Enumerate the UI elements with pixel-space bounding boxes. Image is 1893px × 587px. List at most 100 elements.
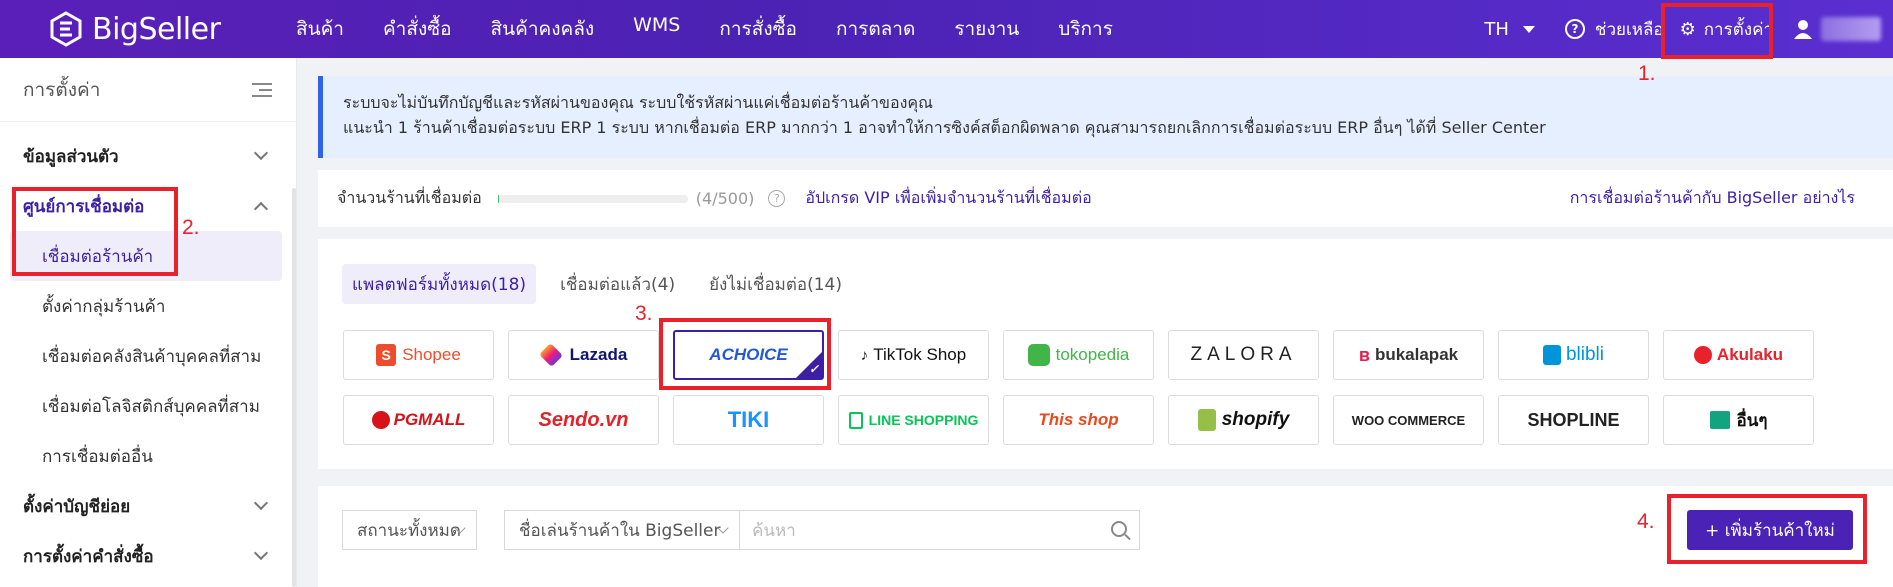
tab-connected[interactable]: เชื่อมต่อแล้ว(4) <box>550 264 685 304</box>
store-icon <box>1709 411 1730 429</box>
store-count-progress-fill <box>497 194 500 203</box>
annotation-box-settings <box>1661 3 1773 59</box>
logo-mark-icon <box>50 11 82 47</box>
nav-item-purchase[interactable]: การสั่งซื้อ <box>719 14 797 44</box>
upgrade-vip-link[interactable]: อัปเกรด VIP เพื่อเพิ่มจำนวนร้านที่เชื่อม… <box>805 186 1091 211</box>
platform-zalora[interactable]: ZALORA <box>1168 330 1319 380</box>
nav-item-services[interactable]: บริการ <box>1058 14 1113 44</box>
user-menu[interactable] <box>1793 17 1881 41</box>
how-to-connect-link[interactable]: การเชื่อมต่อร้านค้ากับ BigSeller อย่างไร <box>1570 186 1855 211</box>
platform-name: This shop <box>1038 410 1119 429</box>
platform-this-shop[interactable]: This shop <box>1003 395 1154 445</box>
question-circle-icon[interactable]: ? <box>768 190 786 207</box>
search-icon[interactable] <box>1111 521 1127 537</box>
platform-name: Sendo.vn <box>538 408 629 431</box>
store-filter-bar: สถานะทั้งหมด ชื่อเล่นร้านค้าใน BigSeller… <box>318 486 1893 587</box>
platform-name: อื่นๆ <box>1736 410 1768 430</box>
platform-woocommerce[interactable]: WOO COMMERCE <box>1333 395 1484 445</box>
platform-tiktok-shop[interactable]: ♪ TikTok Shop <box>838 330 989 380</box>
platform-shopify[interactable]: shopify <box>1168 395 1319 445</box>
info-notice: ระบบจะไม่บันทึกบัญชีและรหัสผ่านของคุณ ระ… <box>318 76 1893 158</box>
platform-name: Shopee <box>402 345 461 364</box>
caret-down-icon <box>1522 25 1535 33</box>
platform-name: PGMALL <box>393 410 466 429</box>
platform-name: LINE SHOPPING <box>868 412 979 428</box>
tiktok-note-icon: ♪ <box>860 346 869 364</box>
annotation-label-3: 3. <box>635 302 653 325</box>
platform-name: ZALORA <box>1190 344 1297 365</box>
platform-tokopedia[interactable]: tokopedia <box>1003 330 1154 380</box>
sidebar-item-store-group[interactable]: ตั้งค่ากลุ่มร้านค้า <box>0 281 296 331</box>
platform-blibli[interactable]: blibli <box>1498 330 1649 380</box>
store-count-bar: จำนวนร้านที่เชื่อมต่อ (4/500) ? อัปเกรด … <box>318 170 1893 227</box>
help-link[interactable]: ? ช่วยเหลือ <box>1564 16 1664 43</box>
nav-item-reports[interactable]: รายงาน <box>954 14 1019 44</box>
bukalapak-icon: ʙ <box>1358 344 1370 365</box>
platform-name: bukalapak <box>1374 345 1459 364</box>
status-filter-select[interactable]: สถานะทั้งหมด <box>342 510 477 550</box>
platform-name: Lazada <box>569 345 628 364</box>
tokopedia-owl-icon <box>1027 344 1050 366</box>
nav-item-inventory[interactable]: สินค้าคงคลัง <box>491 14 595 44</box>
collapse-menu-icon[interactable] <box>252 82 272 97</box>
chevron-down-icon <box>253 145 269 161</box>
sidebar-title: การตั้งค่า <box>23 78 101 101</box>
platforms-panel: แพลตฟอร์มทั้งหมด(18) เชื่อมต่อแล้ว(4) ยั… <box>318 239 1893 469</box>
platform-name: TikTok Shop <box>873 345 967 364</box>
platform-name: SHOPLINE <box>1527 409 1620 430</box>
tab-all-platforms[interactable]: แพลตฟอร์มทั้งหมด(18) <box>342 264 537 304</box>
sidebar-item-3pl-logistics[interactable]: เชื่อมต่อโลจิสติกส์บุคคลที่สาม <box>0 381 296 431</box>
blibli-bag-icon <box>1542 345 1561 365</box>
nav-item-products[interactable]: สินค้า <box>296 14 344 44</box>
settings-sidebar: การตั้งค่า ข้อมูลส่วนตัว ศูนย์การเชื่อมต… <box>0 58 297 587</box>
status-filter-value: สถานะทั้งหมด <box>357 520 461 541</box>
platform-name: TIKI <box>727 407 770 432</box>
chevron-down-icon <box>253 545 269 561</box>
sidebar-group-label: ตั้งค่าบัญชีย่อย <box>23 496 131 517</box>
annotation-box-achoice <box>659 318 831 390</box>
platform-lazada[interactable]: Lazada <box>508 330 659 380</box>
platform-shopee[interactable]: S Shopee <box>343 330 494 380</box>
annotation-label-4: 4. <box>1637 510 1655 533</box>
sidebar-group-profile[interactable]: ข้อมูลส่วนตัว <box>0 131 296 181</box>
nav-item-orders[interactable]: คำสั่งซื้อ <box>383 14 452 44</box>
platform-name: Akulaku <box>1716 345 1784 364</box>
chevron-down-icon <box>253 495 269 511</box>
bigseller-logo[interactable]: BigSeller <box>48 11 248 47</box>
platform-pgmall[interactable]: PGMALL <box>343 395 494 445</box>
user-icon <box>1794 20 1812 39</box>
sidebar-group-order-settings[interactable]: การตั้งค่าคำสั่งซื้อ <box>0 531 296 581</box>
annotation-box-connection-center <box>12 187 178 276</box>
annotation-label-1: 1. <box>1638 62 1656 85</box>
sidebar-item-other-connection[interactable]: การเชื่อมต่ออื่น <box>0 431 296 481</box>
main-nav: สินค้า คำสั่งซื้อ สินค้าคงคลัง WMS การสั… <box>296 14 1152 44</box>
nav-item-marketing[interactable]: การตลาด <box>836 14 915 44</box>
nav-item-wms[interactable]: WMS <box>633 14 680 44</box>
notice-line-2: แนะนำ 1 ร้านค้าเชื่อมต่อระบบ ERP 1 ระบบ … <box>343 118 1546 137</box>
platform-tiki[interactable]: TIKI <box>673 395 824 445</box>
search-placeholder: ค้นหา <box>752 520 796 541</box>
platform-shopline[interactable]: SHOPLINE <box>1498 395 1649 445</box>
line-bag-icon <box>848 411 863 429</box>
sidebar-header: การตั้งค่า <box>0 58 296 122</box>
platform-others[interactable]: อื่นๆ <box>1663 395 1814 445</box>
language-selector[interactable]: TH <box>1484 19 1535 40</box>
platform-line-shopping[interactable]: LINE SHOPPING <box>838 395 989 445</box>
sidebar-item-3pl-warehouse[interactable]: เชื่อมต่อคลังสินค้าบุคคลที่สาม <box>0 331 296 381</box>
store-count-progress <box>497 194 688 203</box>
sidebar-scrollbar[interactable] <box>292 188 296 587</box>
sidebar-group-label: ข้อมูลส่วนตัว <box>23 146 119 167</box>
platform-sendo[interactable]: Sendo.vn <box>508 395 659 445</box>
tab-not-connected[interactable]: ยังไม่เชื่อมต่อ(14) <box>699 264 852 304</box>
shopify-bag-icon <box>1197 409 1216 431</box>
platform-name: WOO COMMERCE <box>1351 412 1466 428</box>
sidebar-group-sub-accounts[interactable]: ตั้งค่าบัญชีย่อย <box>0 481 296 531</box>
platform-bukalapak[interactable]: ʙ bukalapak <box>1333 330 1484 380</box>
search-type-select[interactable]: ชื่อเล่นร้านค้าใน BigSeller <box>504 510 740 550</box>
search-input[interactable]: ค้นหา <box>739 510 1140 550</box>
notice-line-1: ระบบจะไม่บันทึกบัญชีและรหัสผ่านของคุณ ระ… <box>343 93 933 112</box>
search-type-value: ชื่อเล่นร้านค้าใน BigSeller <box>519 520 721 541</box>
question-icon: ? <box>1564 19 1585 39</box>
platform-akulaku[interactable]: Akulaku <box>1663 330 1814 380</box>
platform-name: tokopedia <box>1055 345 1130 364</box>
